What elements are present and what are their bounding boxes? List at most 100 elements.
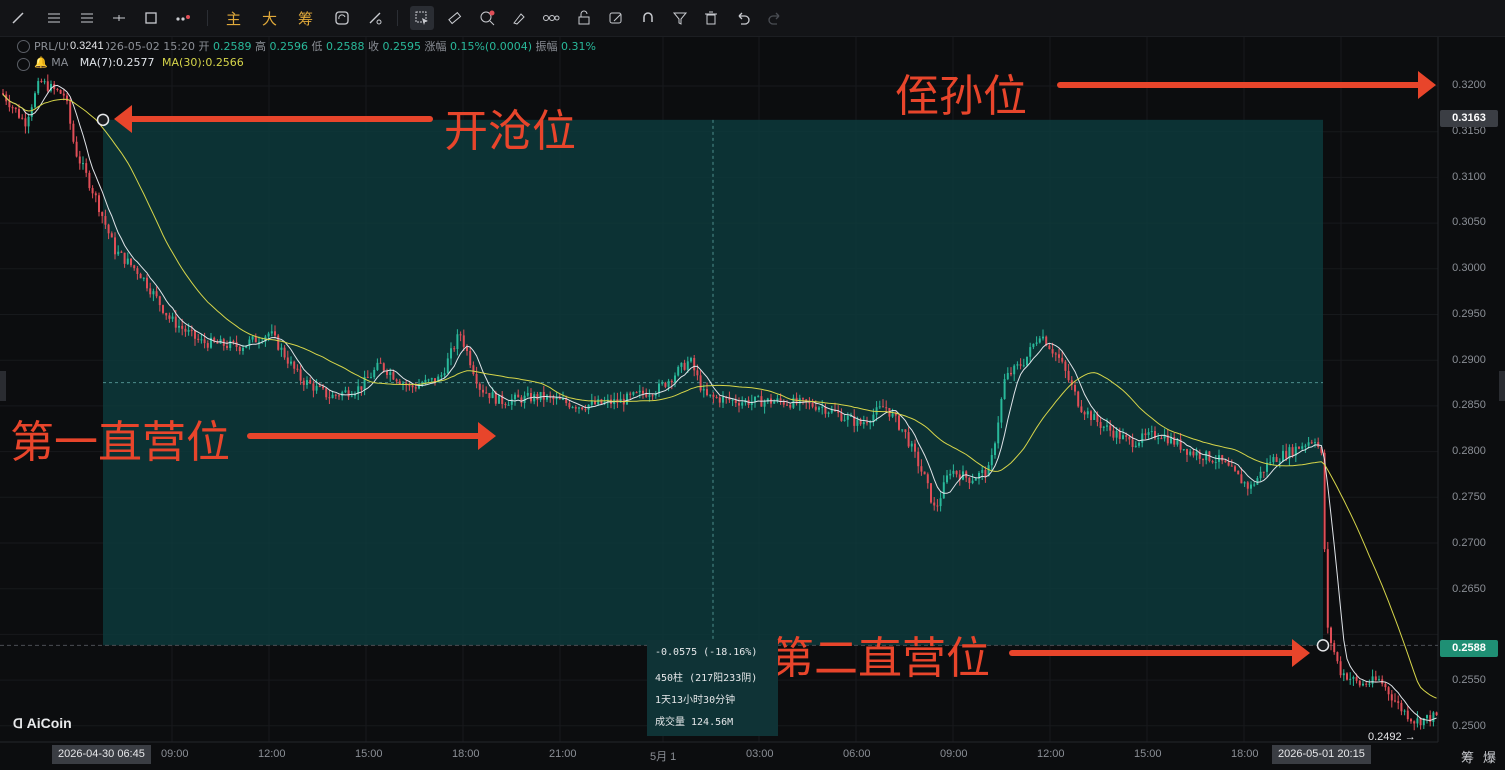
brush-icon[interactable]: [507, 6, 531, 30]
candle-body: [632, 392, 635, 395]
select-icon[interactable]: [410, 6, 434, 30]
candle-body: [674, 375, 676, 383]
candle-body: [1077, 391, 1080, 407]
candle-body: [459, 334, 462, 336]
candle-body: [635, 392, 638, 394]
candle-body: [290, 361, 292, 364]
candle-body: [846, 416, 849, 420]
current-price-tag: 0.2588: [1440, 640, 1498, 657]
collapse-ma-icon[interactable]: [17, 58, 30, 71]
candle-body: [1355, 677, 1358, 681]
low-label: 低: [311, 40, 323, 53]
candle-body: [715, 396, 718, 398]
candle-body: [360, 386, 363, 390]
price-tick: 0.2650: [1452, 583, 1486, 595]
candle-body: [974, 478, 977, 481]
candle-body: [1003, 379, 1006, 399]
candle-body: [1035, 342, 1038, 344]
chips-bottom-button[interactable]: 筹: [1461, 747, 1474, 766]
liquidation-button[interactable]: 爆: [1483, 747, 1496, 766]
left-panel-toggle[interactable]: [0, 371, 6, 401]
rectangle-icon[interactable]: [139, 6, 163, 30]
candle-body: [1269, 462, 1272, 464]
amplitude-label: 振幅: [535, 40, 558, 53]
candle-body: [1186, 449, 1188, 455]
redo-icon[interactable]: [763, 6, 787, 30]
candle-body: [296, 368, 299, 370]
bell-icon[interactable]: 🔔: [34, 56, 48, 69]
measure-duration: 1天13小时30分钟: [655, 695, 736, 706]
candle-body: [1374, 676, 1377, 681]
main-indicator-button[interactable]: 主: [226, 8, 241, 29]
collapse-legend-icon[interactable]: [17, 40, 30, 53]
candle-body: [578, 407, 580, 409]
candle-body: [1256, 478, 1259, 485]
candle-body: [1240, 474, 1243, 484]
candle-body: [1278, 461, 1281, 463]
candle-body: [1406, 710, 1409, 720]
candle-body: [200, 339, 203, 341]
candle-body: [126, 258, 129, 264]
candle-body: [130, 258, 132, 266]
lock-icon[interactable]: [572, 6, 596, 30]
candle-body: [34, 93, 36, 108]
candle-body: [949, 473, 952, 476]
stop-loss-annotation: 侄孙位: [895, 71, 1027, 122]
candle-body: [408, 385, 411, 387]
magnet-icon[interactable]: [636, 6, 660, 30]
horizontal-lines-icon[interactable]: [42, 6, 66, 30]
candle-body: [984, 470, 987, 477]
low-price-marker: 0.2492 →: [1368, 731, 1416, 743]
candle-body: [539, 391, 542, 400]
candle-body: [78, 156, 81, 164]
candle-body: [1339, 661, 1342, 676]
measure-change: -0.0575 (-18.16%): [655, 647, 758, 658]
undo-icon[interactable]: [731, 6, 755, 30]
change-label: 涨幅: [424, 40, 447, 53]
time-tick: 15:00: [355, 748, 383, 760]
candle-body: [693, 358, 696, 371]
candle-body: [1250, 484, 1252, 489]
candle-body: [155, 291, 158, 297]
candle-body: [1000, 398, 1003, 423]
line-icon[interactable]: [6, 6, 30, 30]
candle-body: [194, 330, 196, 339]
candle-body: [1342, 673, 1345, 676]
candle-body: [542, 391, 545, 400]
measure-icon[interactable]: [363, 6, 387, 30]
end-time-tag: 2026-05-01 20:15: [1272, 745, 1371, 764]
candle-body: [40, 81, 43, 83]
candle-body: [382, 363, 385, 371]
candle-body: [379, 362, 382, 364]
candle-body: [1349, 678, 1352, 680]
stop-loss-arrow-head: [1418, 71, 1436, 99]
parallel-lines-icon[interactable]: [75, 6, 99, 30]
candle-body: [942, 482, 945, 499]
ma7-value: MA(7):0.2577: [79, 56, 155, 69]
sync-icon[interactable]: [330, 6, 354, 30]
ma-title: MA: [51, 56, 69, 69]
time-tick: 18:00: [1231, 748, 1259, 760]
large-order-button[interactable]: 大: [262, 8, 277, 29]
candle-body: [878, 406, 881, 408]
candle-body: [1234, 466, 1236, 471]
candle-body: [840, 412, 843, 421]
candle-body: [66, 95, 68, 102]
trash-icon[interactable]: [699, 6, 723, 30]
close-value: 0.2595: [382, 40, 421, 53]
candle-body: [347, 390, 350, 397]
right-panel-toggle[interactable]: [1499, 371, 1505, 401]
ray-icon[interactable]: [107, 6, 131, 30]
candle-body: [514, 394, 516, 400]
chain-icon[interactable]: [539, 6, 563, 30]
chips-button[interactable]: 筹: [298, 8, 313, 29]
candle-body: [469, 350, 472, 366]
candle-body: [267, 333, 270, 337]
filter-icon[interactable]: [668, 6, 692, 30]
candle-body: [1106, 425, 1108, 427]
ruler-icon[interactable]: [442, 6, 466, 30]
more-dots-icon[interactable]: [172, 6, 196, 30]
zoom-plus-icon[interactable]: [475, 6, 499, 30]
edit-icon[interactable]: [604, 6, 628, 30]
high-value: 0.2596: [269, 40, 308, 53]
